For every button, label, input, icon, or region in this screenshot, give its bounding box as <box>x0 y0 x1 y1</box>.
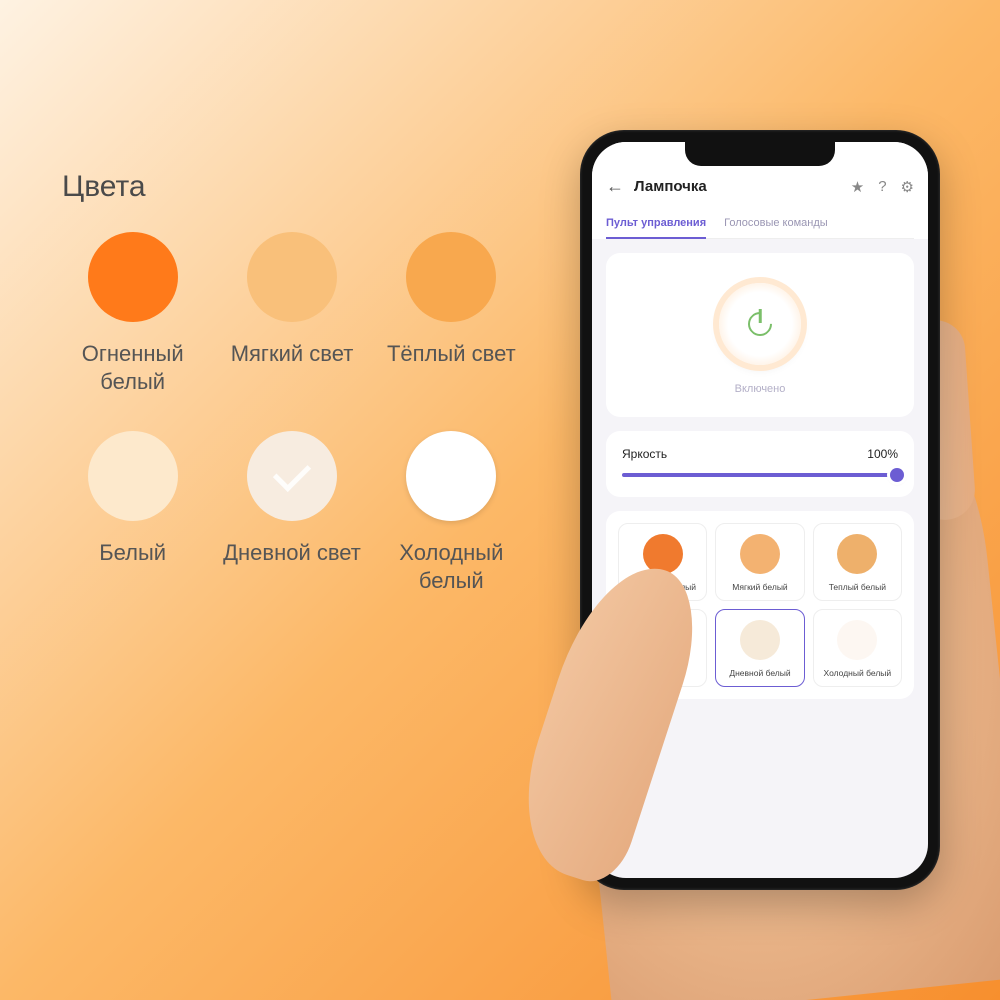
star-icon[interactable]: ★ <box>851 178 864 196</box>
help-icon[interactable]: ? <box>878 178 886 196</box>
brightness-slider[interactable] <box>622 473 898 477</box>
brightness-value: 100% <box>867 447 898 461</box>
gear-icon[interactable]: ⚙ <box>901 178 914 196</box>
tabs: Пульт управления Голосовые команды <box>606 209 914 239</box>
color-dot <box>740 534 780 574</box>
power-status-label: Включено <box>735 383 786 395</box>
color-dot <box>837 620 877 660</box>
color-name: Дневной белый <box>729 668 790 678</box>
power-icon <box>745 309 775 339</box>
color-option[interactable]: Теплый белый <box>813 523 902 601</box>
slider-thumb[interactable] <box>890 468 904 482</box>
brightness-label: Яркость <box>622 447 667 461</box>
brightness-card: Яркость 100% <box>606 431 914 497</box>
color-dot <box>837 534 877 574</box>
tab-voice-commands[interactable]: Голосовые команды <box>724 209 828 238</box>
tab-remote-control[interactable]: Пульт управления <box>606 209 706 238</box>
phone-notch <box>685 142 835 166</box>
color-name: Теплый белый <box>829 582 886 592</box>
color-option[interactable]: Мягкий белый <box>715 523 804 601</box>
color-name: Мягкий белый <box>732 582 787 592</box>
color-name: Холодный белый <box>824 668 892 678</box>
power-button[interactable] <box>719 283 801 365</box>
page-title: Лампочка <box>634 178 841 195</box>
color-dot <box>740 620 780 660</box>
color-option[interactable]: Дневной белый <box>715 609 804 687</box>
power-card: Включено <box>606 253 914 417</box>
back-icon[interactable]: ← <box>606 176 624 197</box>
color-option[interactable]: Холодный белый <box>813 609 902 687</box>
